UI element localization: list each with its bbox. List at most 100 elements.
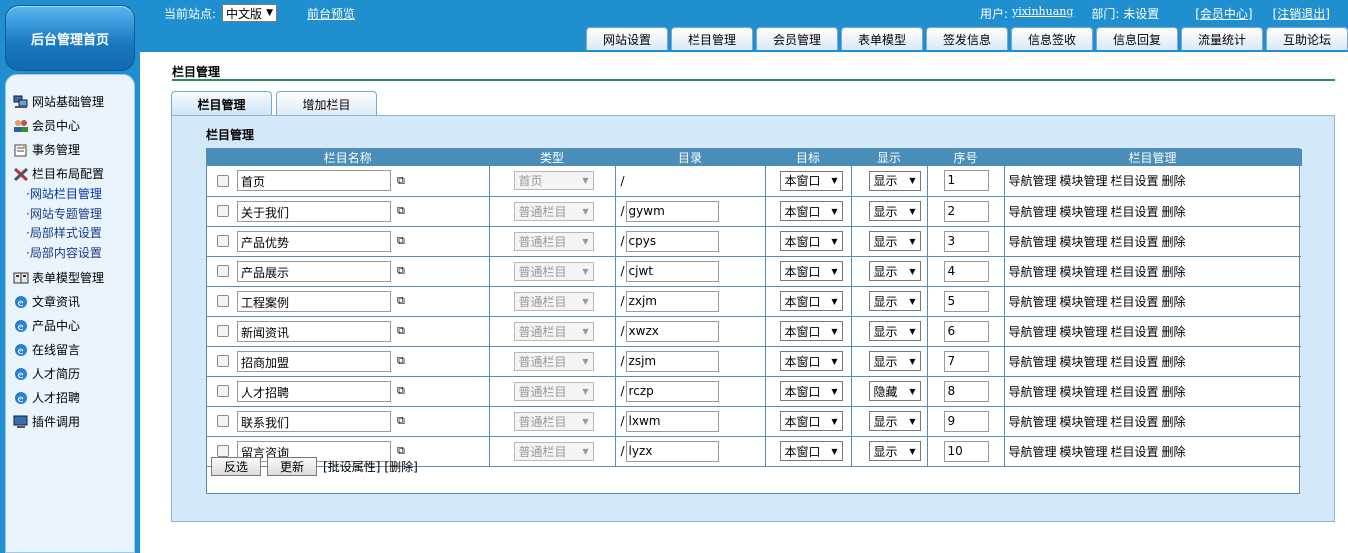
sidebar-item-plugins[interactable]: 插件调用 — [13, 413, 80, 430]
column-settings-link[interactable]: 栏目设置 — [1111, 295, 1159, 309]
nav-manage-link[interactable]: 导航管理 — [1009, 355, 1057, 369]
nav-manage-link[interactable]: 导航管理 — [1009, 174, 1057, 188]
nav-manage-link[interactable]: 导航管理 — [1009, 205, 1057, 219]
target-select[interactable]: 本窗口 ▼ — [779, 170, 843, 191]
show-select[interactable]: 隐藏 ▼ — [868, 381, 921, 401]
delete-link[interactable]: 删除 — [1162, 295, 1186, 309]
dir-input[interactable]: zsjm — [625, 350, 719, 372]
show-select[interactable]: 显示 ▼ — [868, 291, 921, 311]
dir-input[interactable]: cjwt — [625, 260, 719, 282]
module-manage-link[interactable]: 模块管理 — [1060, 265, 1108, 279]
column-name-input[interactable]: 联系我们 — [237, 410, 391, 432]
column-settings-link[interactable]: 栏目设置 — [1111, 325, 1159, 339]
module-manage-link[interactable]: 模块管理 — [1060, 174, 1108, 188]
target-select[interactable]: 本窗口 ▼ — [779, 201, 843, 221]
module-manage-link[interactable]: 模块管理 — [1060, 205, 1108, 219]
row-checkbox[interactable] — [217, 174, 229, 187]
tab-form-model[interactable]: 表单模型 — [841, 27, 923, 50]
order-input[interactable]: 9 — [943, 410, 989, 432]
module-manage-link[interactable]: 模块管理 — [1060, 355, 1108, 369]
sidebar-sub-local-content[interactable]: ·局部内容设置 — [26, 244, 102, 261]
row-checkbox[interactable] — [217, 205, 229, 217]
tab-traffic-stats[interactable]: 流量统计 — [1181, 27, 1263, 50]
order-input[interactable]: 6 — [943, 320, 989, 342]
sidebar-item-member-center[interactable]: 会员中心 — [13, 117, 80, 134]
target-select[interactable]: 本窗口 ▼ — [779, 231, 843, 251]
sidebar-item-recruitment[interactable]: e 人才招聘 — [13, 389, 80, 406]
show-select[interactable]: 显示 ▼ — [868, 321, 921, 341]
column-name-input[interactable]: 产品展示 — [237, 260, 391, 282]
row-checkbox[interactable] — [217, 385, 229, 397]
sidebar-sub-site-columns[interactable]: ·网站栏目管理 — [26, 185, 102, 202]
show-select[interactable]: 显示 ▼ — [868, 411, 921, 431]
module-manage-link[interactable]: 模块管理 — [1060, 415, 1108, 429]
column-settings-link[interactable]: 栏目设置 — [1111, 265, 1159, 279]
dir-input[interactable]: cpys — [625, 230, 719, 252]
delete-link[interactable]: 删除 — [1162, 205, 1186, 219]
column-settings-link[interactable]: 栏目设置 — [1111, 415, 1159, 429]
row-checkbox[interactable] — [217, 265, 229, 277]
member-center-link[interactable]: [会员中心] — [1195, 5, 1252, 22]
target-select[interactable]: 本窗口 ▼ — [779, 291, 843, 311]
edit-icon[interactable]: ⧉ — [397, 174, 405, 188]
batch-delete-link[interactable]: [删除] — [384, 458, 417, 475]
column-name-input[interactable]: 产品优势 — [237, 230, 391, 252]
tab-site-settings[interactable]: 网站设置 — [586, 27, 668, 50]
delete-link[interactable]: 删除 — [1162, 385, 1186, 399]
column-settings-link[interactable]: 栏目设置 — [1111, 235, 1159, 249]
edit-icon[interactable]: ⧉ — [397, 264, 405, 278]
order-input[interactable]: 4 — [943, 260, 989, 282]
column-name-input[interactable]: 招商加盟 — [237, 350, 391, 372]
sidebar-item-products[interactable]: e 产品中心 — [13, 317, 80, 334]
tab-forum[interactable]: 互助论坛 — [1266, 27, 1348, 50]
column-name-input[interactable]: 新闻资讯 — [237, 320, 391, 342]
delete-link[interactable]: 删除 — [1162, 355, 1186, 369]
nav-manage-link[interactable]: 导航管理 — [1009, 235, 1057, 249]
sidebar-item-messages[interactable]: e 在线留言 — [13, 341, 80, 358]
site-select[interactable]: 中文版 ▼ — [222, 4, 277, 22]
target-select[interactable]: 本窗口 ▼ — [779, 411, 843, 431]
sidebar-sub-local-style[interactable]: ·局部样式设置 — [26, 224, 102, 241]
nav-manage-link[interactable]: 导航管理 — [1009, 385, 1057, 399]
module-manage-link[interactable]: 模块管理 — [1060, 325, 1108, 339]
user-name-link[interactable]: yixinhuang — [1012, 5, 1073, 22]
show-select[interactable]: 显示 ▼ — [868, 231, 921, 251]
target-select[interactable]: 本窗口 ▼ — [779, 321, 843, 341]
column-name-input[interactable]: 首页 — [237, 170, 391, 192]
tab-member-manage[interactable]: 会员管理 — [756, 27, 838, 50]
edit-icon[interactable]: ⧉ — [397, 234, 405, 248]
nav-manage-link[interactable]: 导航管理 — [1009, 295, 1057, 309]
row-checkbox[interactable] — [217, 325, 229, 337]
delete-link[interactable]: 删除 — [1162, 415, 1186, 429]
update-button[interactable]: 更新 — [267, 456, 318, 476]
sidebar-item-column-layout[interactable]: 栏目布局配置 — [13, 165, 104, 182]
show-select[interactable]: 显示 ▼ — [868, 170, 921, 191]
nav-manage-link[interactable]: 导航管理 — [1009, 265, 1057, 279]
admin-home-button[interactable]: 后台管理首页 — [5, 5, 135, 71]
edit-icon[interactable]: ⧉ — [397, 294, 405, 308]
dir-input[interactable]: xwzx — [625, 320, 719, 342]
order-input[interactable]: 1 — [943, 170, 989, 192]
row-checkbox[interactable] — [217, 295, 229, 307]
sidebar-item-affairs[interactable]: 事务管理 — [13, 141, 80, 158]
invert-selection-button[interactable]: 反选 — [211, 456, 262, 476]
edit-icon[interactable]: ⧉ — [397, 384, 405, 398]
sidebar-item-articles[interactable]: e 文章资讯 — [13, 293, 80, 310]
delete-link[interactable]: 删除 — [1162, 265, 1186, 279]
logout-link[interactable]: [注销退出] — [1273, 5, 1330, 22]
show-select[interactable]: 显示 ▼ — [868, 201, 921, 221]
tab-column-manage[interactable]: 栏目管理 — [671, 27, 753, 50]
order-input[interactable]: 5 — [943, 290, 989, 312]
module-manage-link[interactable]: 模块管理 — [1060, 235, 1108, 249]
row-checkbox[interactable] — [217, 235, 229, 247]
target-select[interactable]: 本窗口 ▼ — [779, 261, 843, 281]
nav-manage-link[interactable]: 导航管理 — [1009, 325, 1057, 339]
edit-icon[interactable]: ⧉ — [397, 324, 405, 338]
edit-icon[interactable]: ⧉ — [397, 414, 405, 428]
tab-receive-info[interactable]: 信息签收 — [1011, 27, 1093, 50]
tab-add-column[interactable]: 增加栏目 — [276, 91, 377, 116]
nav-manage-link[interactable]: 导航管理 — [1009, 415, 1057, 429]
show-select[interactable]: 显示 ▼ — [868, 261, 921, 281]
column-settings-link[interactable]: 栏目设置 — [1111, 174, 1159, 188]
order-input[interactable]: 2 — [943, 200, 989, 222]
